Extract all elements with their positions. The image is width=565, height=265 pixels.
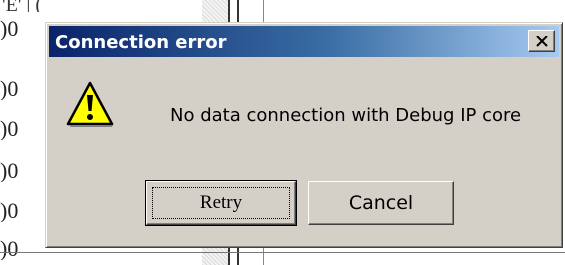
error-message: No data connection with Debug IP core [170,105,522,126]
background-row-fragment: )0 [0,238,19,260]
close-button[interactable] [528,30,555,52]
background-top-text: 'E' | ( [2,0,43,12]
retry-button[interactable]: Retry [145,180,297,226]
dialog-title: Connection error [55,32,227,53]
background-row-fragment: )0 [0,200,19,222]
focus-rectangle [152,187,290,219]
connection-error-dialog: Connection error No data connection with… [45,22,563,248]
background-row-fragment: )0 [0,18,19,40]
background-top-strip: 'E' | ( [0,0,565,12]
dialog-titlebar[interactable]: Connection error [49,26,559,57]
background-row-fragment: )0 [0,78,19,100]
cancel-button[interactable]: Cancel [308,181,454,225]
close-icon [535,35,548,47]
cancel-button-label: Cancel [348,192,414,214]
background-row-fragment: )0 [0,118,19,140]
background-divider [0,252,565,253]
warning-icon [66,81,114,127]
background-row-fragment: )0 [0,160,19,182]
